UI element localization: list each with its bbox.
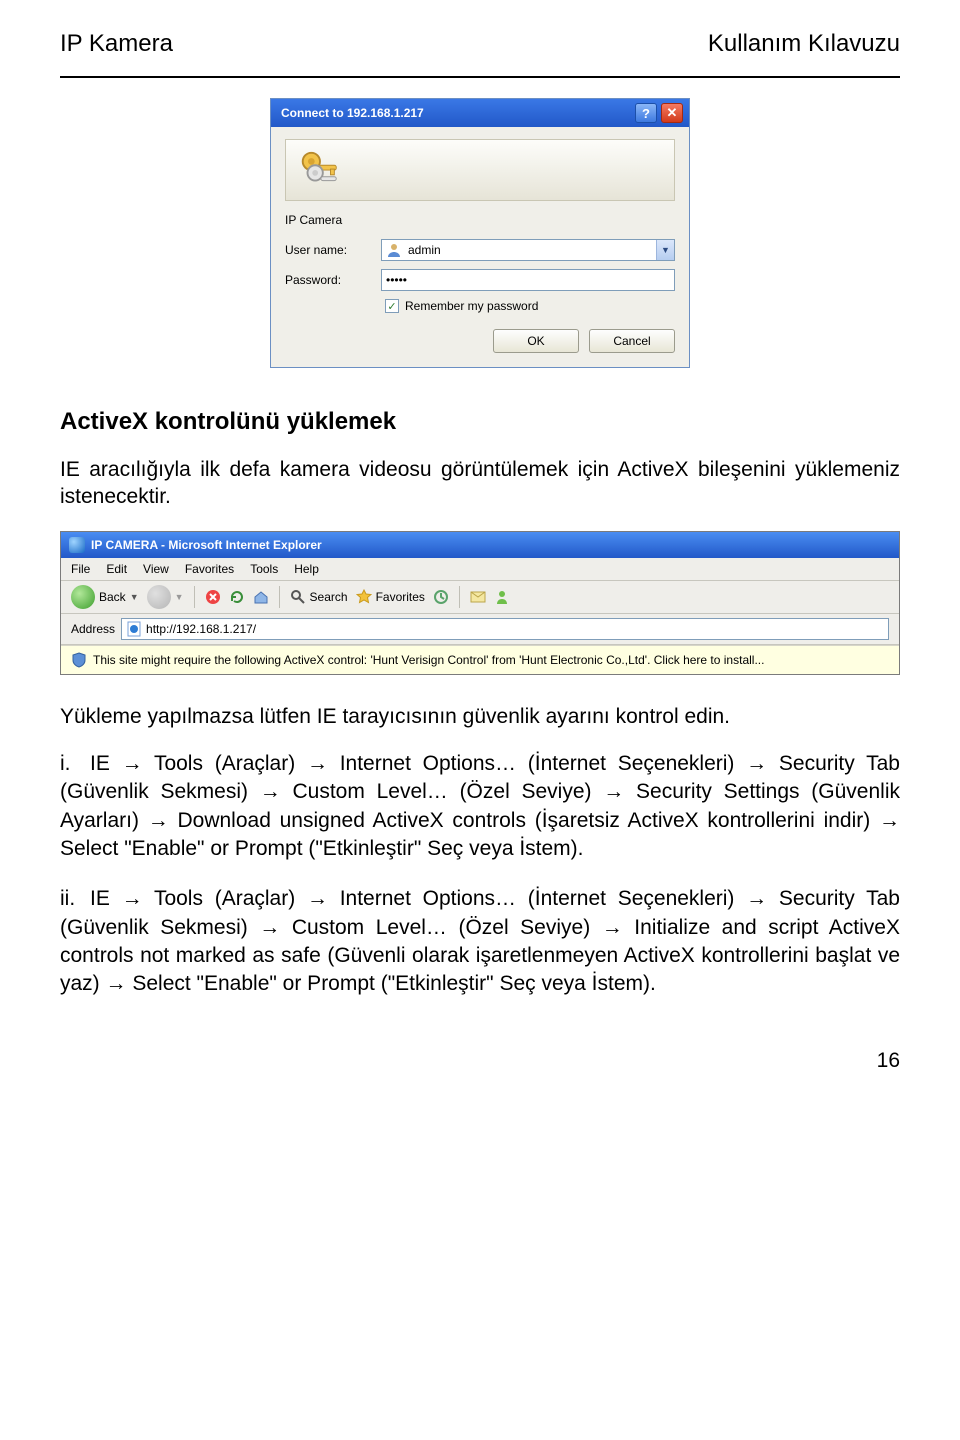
ie-window: IP CAMERA - Microsoft Internet Explorer … bbox=[60, 531, 900, 675]
paragraph-2: Yükleme yapılmazsa lütfen IE tarayıcısın… bbox=[60, 703, 900, 730]
keys-icon bbox=[296, 148, 342, 194]
ie-menubar: File Edit View Favorites Tools Help bbox=[61, 558, 899, 581]
step-2: ii.IE → Tools (Araçlar) → Internet Optio… bbox=[60, 885, 900, 998]
paragraph-1: IE aracılığıyla ilk defa kamera videosu … bbox=[60, 456, 900, 511]
ie-titlebar: IP CAMERA - Microsoft Internet Explorer bbox=[61, 532, 899, 558]
stop-button[interactable] bbox=[205, 589, 221, 605]
page-icon bbox=[126, 621, 142, 637]
refresh-icon bbox=[229, 589, 245, 605]
username-value: admin bbox=[408, 243, 441, 257]
home-icon bbox=[253, 589, 269, 605]
history-icon bbox=[433, 589, 449, 605]
chevron-down-icon: ▼ bbox=[130, 592, 139, 602]
favorites-button[interactable]: Favorites bbox=[356, 589, 425, 605]
forward-icon bbox=[147, 585, 171, 609]
infobar-text: This site might require the following Ac… bbox=[93, 653, 764, 667]
menu-view[interactable]: View bbox=[143, 562, 169, 576]
dialog-title-text: Connect to 192.168.1.217 bbox=[277, 106, 635, 120]
help-icon[interactable]: ? bbox=[635, 103, 657, 123]
username-field[interactable]: admin ▼ bbox=[381, 239, 675, 261]
connect-dialog: Connect to 192.168.1.217 ? ✕ bbox=[270, 98, 690, 368]
dialog-titlebar: Connect to 192.168.1.217 ? ✕ bbox=[271, 99, 689, 127]
address-label: Address bbox=[71, 622, 115, 636]
header-divider bbox=[60, 76, 900, 78]
cancel-button[interactable]: Cancel bbox=[589, 329, 675, 353]
menu-help[interactable]: Help bbox=[294, 562, 319, 576]
search-icon bbox=[290, 589, 306, 605]
forward-button[interactable]: ▼ bbox=[147, 585, 184, 609]
chevron-down-icon: ▼ bbox=[175, 592, 184, 602]
menu-tools[interactable]: Tools bbox=[250, 562, 278, 576]
stop-icon bbox=[205, 589, 221, 605]
refresh-button[interactable] bbox=[229, 589, 245, 605]
search-button[interactable]: Search bbox=[290, 589, 348, 605]
ie-toolbar: Back ▼ ▼ bbox=[61, 581, 899, 614]
header-right: Kullanım Kılavuzu bbox=[708, 30, 900, 58]
header-left: IP Kamera bbox=[60, 30, 173, 58]
history-button[interactable] bbox=[433, 589, 449, 605]
ie-addressbar: Address http://192.168.1.217/ bbox=[61, 614, 899, 645]
page-header: IP Kamera Kullanım Kılavuzu bbox=[60, 30, 900, 58]
page-number: 16 bbox=[60, 1049, 900, 1073]
ie-infobar[interactable]: This site might require the following Ac… bbox=[61, 645, 899, 674]
user-icon bbox=[386, 242, 402, 258]
chevron-down-icon[interactable]: ▼ bbox=[656, 240, 674, 260]
password-value: ••••• bbox=[386, 273, 407, 287]
menu-favorites[interactable]: Favorites bbox=[185, 562, 234, 576]
password-field[interactable]: ••••• bbox=[381, 269, 675, 291]
ok-button[interactable]: OK bbox=[493, 329, 579, 353]
password-label: Password: bbox=[285, 273, 381, 287]
remember-label: Remember my password bbox=[405, 299, 538, 313]
mail-button[interactable] bbox=[470, 589, 486, 605]
ie-title-text: IP CAMERA - Microsoft Internet Explorer bbox=[91, 538, 322, 552]
menu-edit[interactable]: Edit bbox=[106, 562, 127, 576]
mail-icon bbox=[470, 589, 486, 605]
home-button[interactable] bbox=[253, 589, 269, 605]
address-value: http://192.168.1.217/ bbox=[146, 622, 256, 636]
username-label: User name: bbox=[285, 243, 381, 257]
back-icon bbox=[71, 585, 95, 609]
messenger-icon bbox=[494, 589, 510, 605]
back-button[interactable]: Back ▼ bbox=[71, 585, 139, 609]
dialog-section: IP Camera bbox=[285, 213, 675, 227]
messenger-button[interactable] bbox=[494, 589, 510, 605]
menu-file[interactable]: File bbox=[71, 562, 90, 576]
remember-checkbox[interactable]: ✓ bbox=[385, 299, 399, 313]
section-heading: ActiveX kontrolünü yüklemek bbox=[60, 408, 900, 436]
credentials-banner bbox=[285, 139, 675, 201]
shield-icon bbox=[71, 652, 87, 668]
close-icon[interactable]: ✕ bbox=[661, 103, 683, 123]
ie-logo-icon bbox=[69, 537, 85, 553]
step1-text: IE → Tools (Araçlar) → Internet Options…… bbox=[60, 752, 900, 860]
step1-num: i. bbox=[60, 750, 90, 778]
step2-text: IE → Tools (Araçlar) → Internet Options…… bbox=[60, 887, 900, 995]
address-field[interactable]: http://192.168.1.217/ bbox=[121, 618, 889, 640]
step2-num: ii. bbox=[60, 885, 90, 913]
star-icon bbox=[356, 589, 372, 605]
step-1: i.IE → Tools (Araçlar) → Internet Option… bbox=[60, 750, 900, 863]
